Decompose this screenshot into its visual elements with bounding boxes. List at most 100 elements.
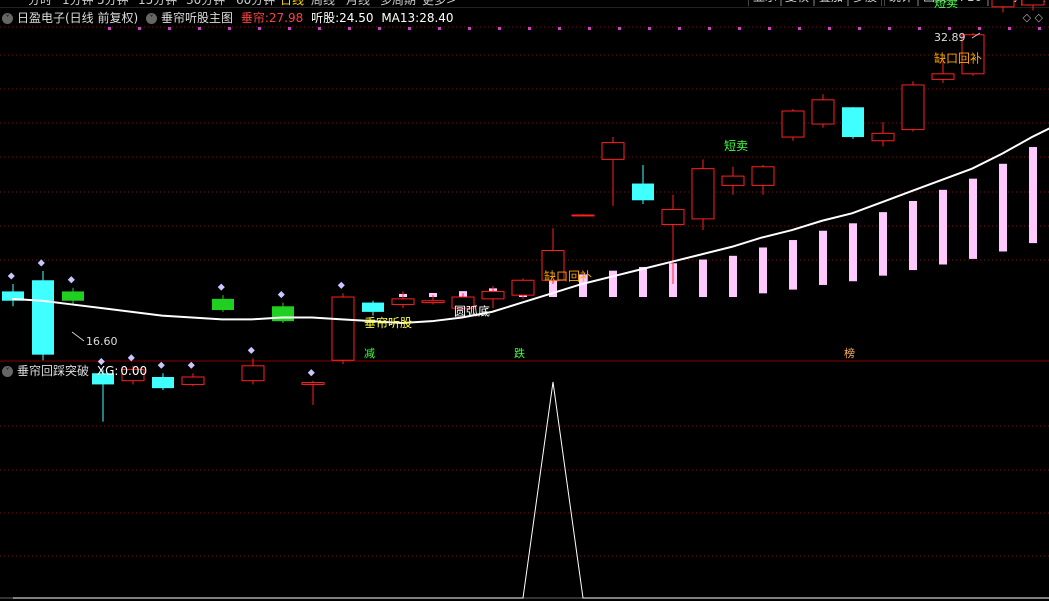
diamond-marker	[127, 354, 135, 362]
low-price-arrow	[71, 331, 85, 342]
candle-body	[241, 365, 265, 382]
candle-body	[272, 306, 294, 322]
marker-dot	[978, 27, 981, 30]
xg-label: XG:	[96, 364, 119, 378]
candle-body	[331, 296, 355, 361]
volume-bar	[699, 259, 707, 297]
candle-body	[212, 298, 234, 311]
legend-ma13-value: 28.40	[419, 11, 454, 25]
marker-dot	[828, 27, 831, 30]
sub-chart-header: ˅ 垂帘回踩突破 XG: 0.00	[2, 362, 151, 379]
marker-dot	[258, 27, 261, 30]
legend-tinggu-value: 24.50	[339, 11, 374, 25]
diamond-marker	[337, 281, 345, 289]
candle-body	[421, 300, 445, 304]
marker-dot	[798, 27, 801, 30]
volume-bar	[729, 255, 737, 297]
diamond-icon[interactable]: ◇	[1023, 11, 1031, 24]
stock-name[interactable]: 日盈电子(日线 前复权)	[17, 11, 138, 25]
chart-canvas[interactable]: 32.8916.60垂帘听股圆弧底缺口回补短卖短卖缺口回补减跌榜	[0, 0, 1049, 601]
marker-dot	[198, 27, 201, 30]
legend-chuilian-value: 27.98	[268, 11, 304, 25]
marker-dot	[288, 27, 291, 30]
candle-body	[181, 376, 205, 385]
marker-dot	[378, 27, 381, 30]
diamond-marker	[217, 283, 225, 291]
diamond-marker	[7, 272, 15, 280]
marker-dot	[738, 27, 741, 30]
marker-dot	[858, 27, 861, 30]
candle-body	[871, 132, 895, 142]
marker-dot	[708, 27, 711, 30]
diamond-marker	[307, 369, 315, 377]
collapse-icon[interactable]: ˅	[2, 366, 13, 377]
annotation-label: 缺口回补	[544, 268, 592, 283]
marker-dot	[678, 27, 681, 30]
marker-dot	[408, 27, 411, 30]
volume-bar	[849, 223, 857, 282]
annotation-label: 垂帘听股	[364, 315, 412, 330]
marker-dot	[888, 27, 891, 30]
marker-dot	[468, 27, 471, 30]
candle-body	[481, 290, 505, 300]
diamond-marker	[37, 259, 45, 267]
candle-body	[751, 166, 775, 186]
marker-dot	[558, 27, 561, 30]
candle-body	[781, 110, 805, 138]
volume-bar	[969, 178, 977, 259]
candle-body	[152, 376, 174, 389]
diamond-marker	[277, 291, 285, 299]
volume-bar	[999, 163, 1007, 252]
signal-label: 跌	[514, 346, 525, 360]
marker-dot	[438, 27, 441, 30]
marker-dot	[588, 27, 591, 30]
marker-dot	[528, 27, 531, 30]
xg-line	[13, 381, 1049, 599]
marker-dot	[948, 27, 951, 30]
marker-dot	[918, 27, 921, 30]
annotation-label: 缺口回补	[934, 51, 982, 66]
collapse-icon[interactable]: ˅	[146, 13, 158, 24]
indicator-name[interactable]: 垂帘听股主图	[161, 11, 233, 25]
candle-body	[632, 183, 654, 201]
volume-bar	[909, 200, 917, 271]
marker-dot	[168, 27, 171, 30]
candle-body	[691, 168, 715, 220]
xg-value: 0.00	[120, 364, 148, 378]
annotation-label: 圆弧底	[454, 304, 490, 319]
candle-body	[511, 279, 535, 296]
candle-body	[62, 291, 84, 301]
legend-chuilian-label: 垂帘:	[240, 11, 269, 25]
marker-dot	[498, 27, 501, 30]
candle-body	[811, 99, 835, 125]
legend-ma13-label: MA13:	[381, 11, 420, 25]
chart-nav-icons: ◇ ◇	[1023, 11, 1043, 24]
triangle-icon[interactable]: ◇	[1035, 11, 1043, 24]
candle-body	[721, 175, 745, 186]
volume-bar	[819, 230, 827, 285]
marker-dot	[138, 27, 141, 30]
annotation-label: 短卖	[934, 0, 958, 10]
marker-dot	[618, 27, 621, 30]
main-chart-header: ˅ 日盈电子(日线 前复权) ˅ 垂帘听股主图 垂帘:27.98 听股:24.50 …	[2, 9, 458, 26]
marker-dot	[228, 27, 231, 30]
diamond-marker	[67, 276, 75, 284]
low-price-label: 16.60	[86, 335, 118, 348]
marker-dot	[318, 27, 321, 30]
diamond-marker	[187, 361, 195, 369]
volume-bar	[789, 240, 797, 290]
marker-dot	[768, 27, 771, 30]
candle-body	[661, 209, 685, 225]
legend-tinggu-label: 听股:	[311, 11, 340, 25]
candle-body	[931, 73, 955, 80]
candle-body	[1021, 0, 1045, 6]
candle-body	[391, 298, 415, 305]
volume-bar	[879, 212, 887, 276]
signal-label: 榜	[844, 346, 855, 360]
sub-indicator-name[interactable]: 垂帘回踩突破	[17, 364, 89, 378]
marker-dot	[1038, 27, 1041, 30]
marker-dot	[108, 27, 111, 30]
annotation-label: 短卖	[724, 139, 748, 153]
collapse-icon[interactable]: ˅	[2, 13, 13, 24]
signal-label: 减	[364, 347, 375, 360]
